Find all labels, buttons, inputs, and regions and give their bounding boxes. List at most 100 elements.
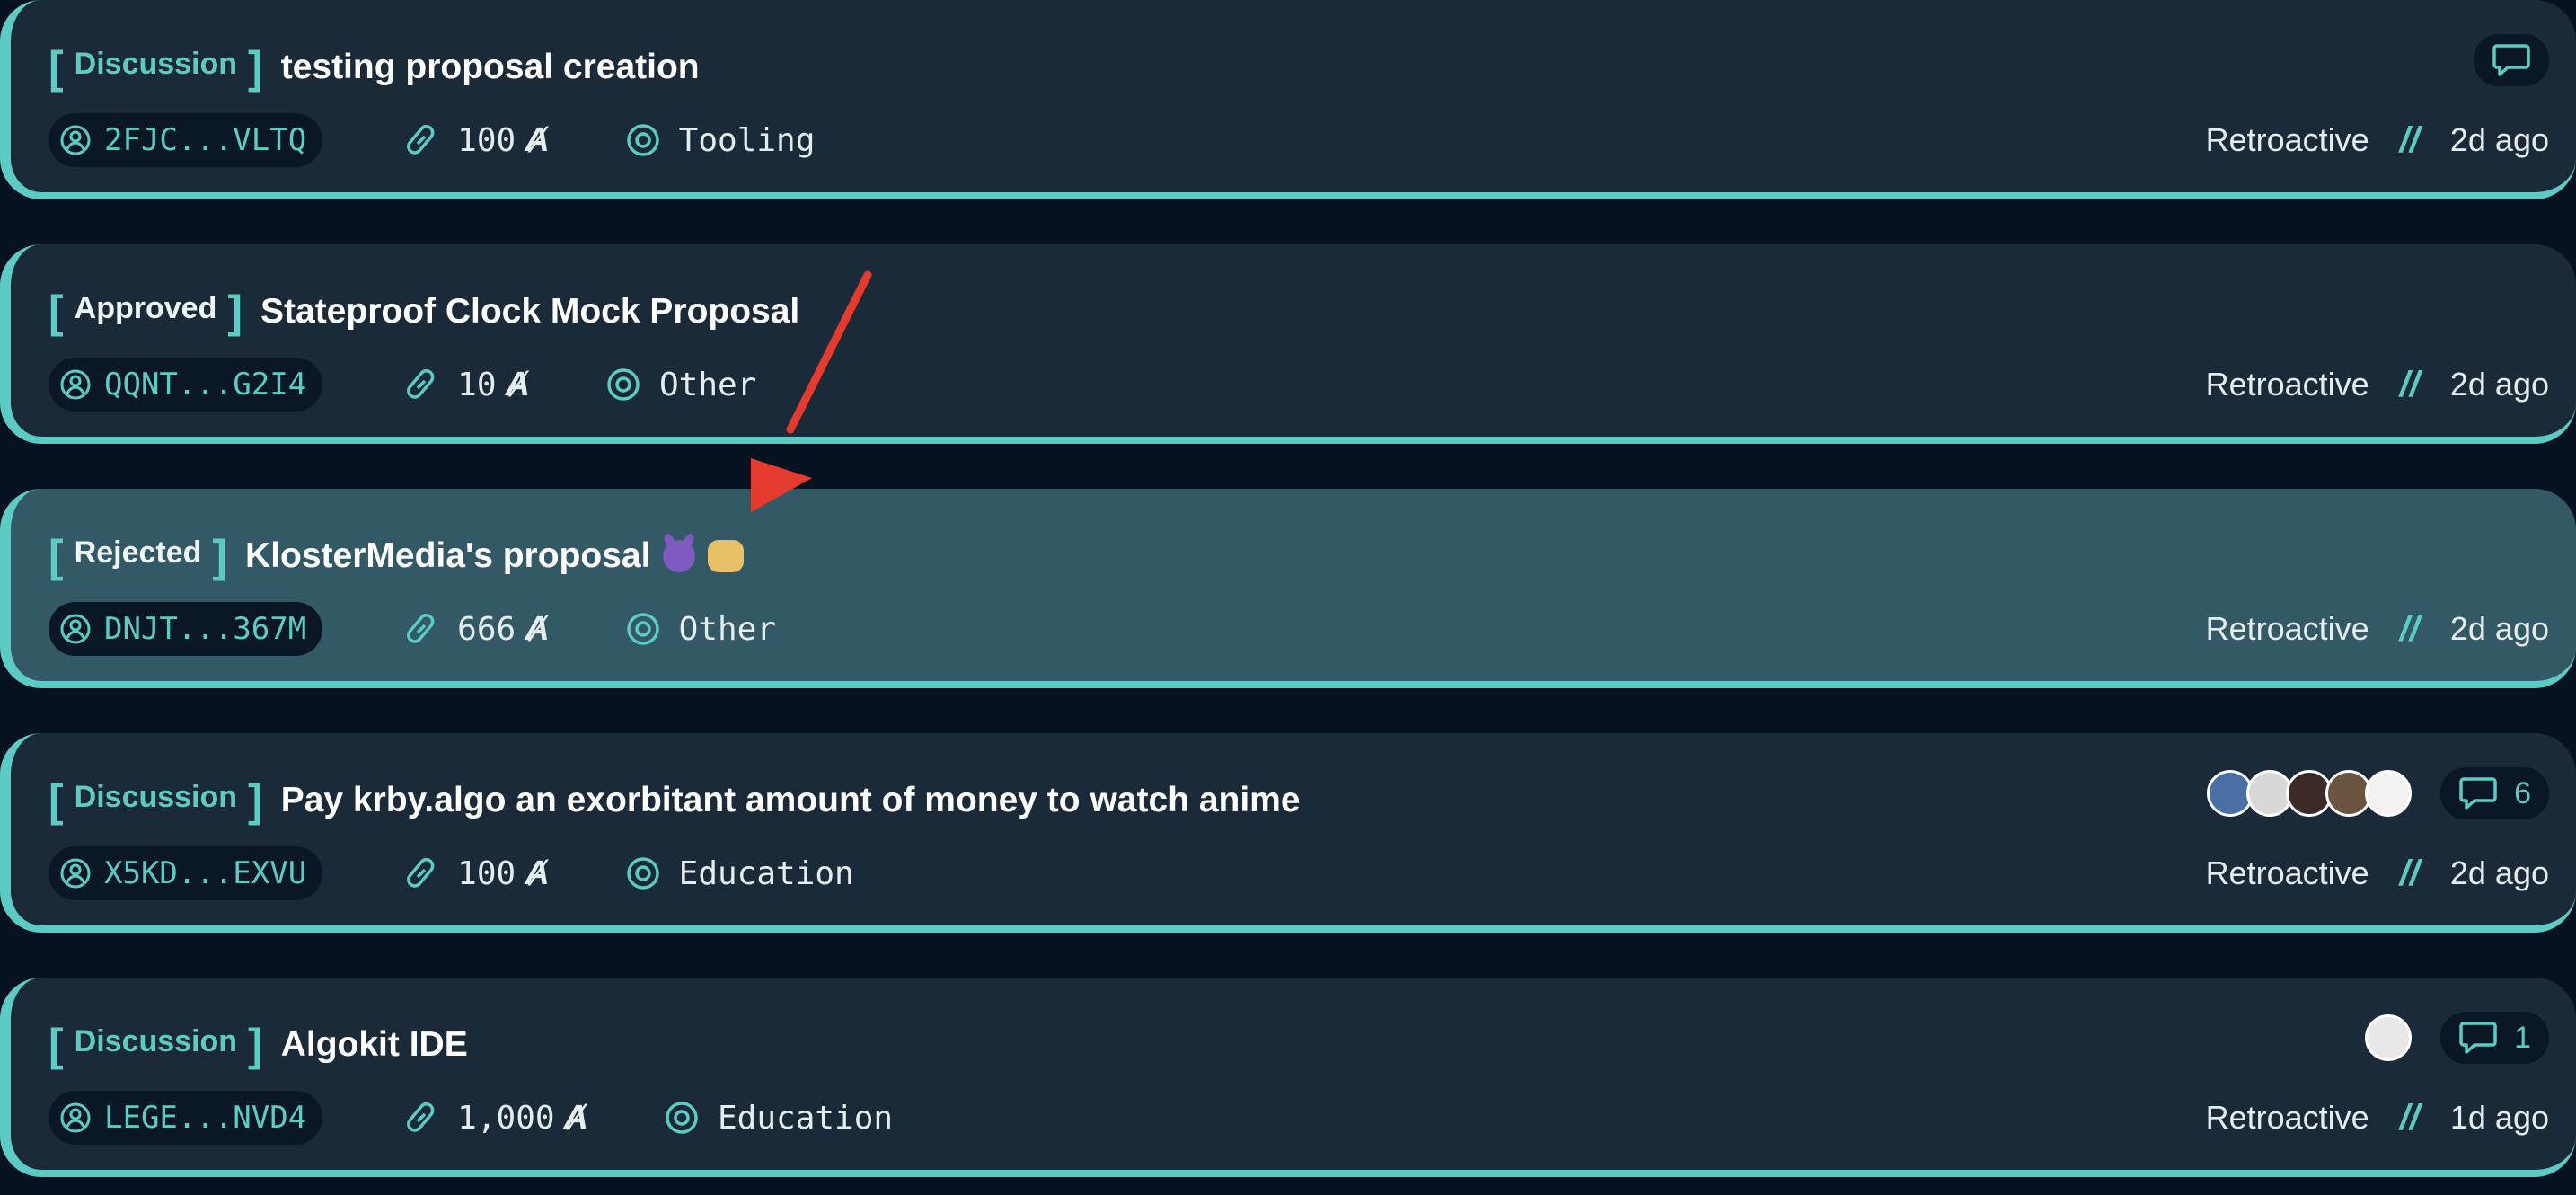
- amount-value: 100: [457, 121, 516, 159]
- amount-value: 1,000: [457, 1099, 555, 1137]
- paperclip-icon: [407, 857, 435, 888]
- avatar[interactable]: [2365, 1014, 2413, 1061]
- status-bracket-open: [: [49, 775, 64, 826]
- separator: //: [2399, 853, 2420, 893]
- user-circle-icon: [60, 858, 91, 889]
- comments-button[interactable]: [2474, 34, 2549, 86]
- target-icon: [626, 857, 659, 890]
- comments-button[interactable]: 6: [2440, 767, 2549, 819]
- target-icon: [626, 124, 659, 156]
- fist-emoji: [708, 539, 745, 572]
- author-pill[interactable]: LEGE...NVD4: [49, 1091, 323, 1145]
- algo-symbol: Ⱥ: [505, 365, 530, 403]
- proposal-header: [ Approved ] Stateproof Clock Mock Propo…: [49, 289, 799, 334]
- proposal-card[interactable]: [ Discussion ] testing proposal creation…: [0, 0, 2576, 199]
- category-label: Education: [718, 1099, 894, 1137]
- funding-type: Retroactive: [2205, 366, 2369, 403]
- proposal-title[interactable]: Stateproof Clock Mock Proposal: [260, 292, 799, 332]
- amount: 100 Ⱥ: [403, 854, 550, 893]
- target-icon: [626, 613, 659, 645]
- category-label: Tooling: [678, 121, 816, 159]
- proposal-header: [ Discussion ] Pay krby.algo an exorbita…: [49, 778, 1301, 823]
- comment-count: 1: [2514, 1020, 2531, 1055]
- proposal-title[interactable]: Pay krby.algo an exorbitant amount of mo…: [281, 781, 1301, 820]
- category-label: Other: [658, 366, 757, 403]
- comments-button[interactable]: 1: [2440, 1012, 2549, 1064]
- status-bracket-close: ]: [248, 1020, 263, 1070]
- author-pill[interactable]: X5KD...EXVU: [49, 846, 323, 900]
- proposal-age: 2d ago: [2449, 366, 2549, 403]
- proposal-meta: X5KD...EXVU 100 Ⱥ Education: [49, 846, 854, 900]
- status-bracket-close: ]: [248, 775, 263, 826]
- proposal-title-text: KlosterMedia's proposal: [245, 536, 651, 575]
- category: Education: [625, 855, 854, 892]
- amount: 666 Ⱥ: [403, 610, 550, 649]
- participant-avatars: [2207, 770, 2413, 817]
- separator: //: [2399, 1097, 2420, 1137]
- chat-bubble-icon: [2459, 777, 2497, 810]
- avatar[interactable]: [2365, 770, 2413, 817]
- proposal-title[interactable]: KlosterMedia's proposal: [245, 536, 745, 576]
- participant-avatars: [2365, 1014, 2413, 1061]
- status-bracket-close: ]: [248, 42, 263, 93]
- amount-value: 10: [457, 366, 497, 403]
- funding-type: Retroactive: [2205, 610, 2369, 647]
- algo-symbol: Ⱥ: [525, 120, 550, 159]
- proposal-age: 2d ago: [2449, 121, 2549, 158]
- category: Tooling: [625, 121, 816, 159]
- status-label: Discussion: [74, 46, 238, 81]
- chat-bubble-icon: [2459, 1022, 2497, 1054]
- algo-symbol: Ⱥ: [563, 1098, 588, 1137]
- author-pill[interactable]: QQNT...G2I4: [49, 358, 323, 412]
- status-bracket-open: [: [49, 287, 64, 337]
- amount-value: 100: [457, 854, 516, 892]
- card-top-right: [2474, 34, 2549, 86]
- author-address: 2FJC...VLTQ: [104, 122, 307, 158]
- target-icon: [666, 1102, 698, 1134]
- status-label: Discussion: [74, 1023, 238, 1058]
- user-circle-icon: [60, 125, 91, 155]
- paperclip-icon: [407, 368, 435, 399]
- proposal-header: [ Discussion ] Algokit IDE: [49, 1022, 468, 1067]
- amount-value: 666: [457, 610, 516, 648]
- separator: //: [2399, 364, 2420, 404]
- algo-symbol: Ⱥ: [525, 854, 550, 892]
- proposal-card[interactable]: [ Discussion ] Algokit IDE 1 LEGE...NVD4…: [0, 978, 2576, 1177]
- proposal-card[interactable]: [ Discussion ] Pay krby.algo an exorbita…: [0, 733, 2576, 933]
- proposal-type-age: Retroactive // 2d ago: [2206, 602, 2549, 656]
- amount: 10 Ⱥ: [403, 366, 530, 404]
- category: Other: [625, 611, 776, 648]
- proposal-meta: 2FJC...VLTQ 100 Ⱥ Tooling: [49, 113, 815, 167]
- card-top-right: 1: [2365, 1012, 2549, 1064]
- amount: 100 Ⱥ: [403, 120, 550, 160]
- paperclip-icon: [407, 124, 435, 155]
- smiling-devil-emoji: [663, 539, 696, 572]
- proposal-type-age: Retroactive // 2d ago: [2206, 113, 2549, 167]
- separator: //: [2399, 608, 2420, 649]
- paperclip-icon: [407, 613, 435, 643]
- status-label: Rejected: [74, 535, 202, 570]
- proposal-type-age: Retroactive // 2d ago: [2206, 358, 2549, 412]
- proposal-meta: QQNT...G2I4 10 Ⱥ Other: [49, 358, 756, 412]
- proposal-header: [ Discussion ] testing proposal creation: [49, 45, 700, 90]
- category: Education: [664, 1100, 893, 1137]
- proposal-card[interactable]: [ Rejected ] KlosterMedia's proposal DNJ…: [0, 489, 2576, 688]
- separator: //: [2399, 120, 2420, 160]
- proposal-age: 2d ago: [2449, 854, 2549, 891]
- status-label: Approved: [74, 290, 217, 325]
- category: Other: [605, 367, 756, 403]
- proposal-title[interactable]: testing proposal creation: [281, 48, 700, 87]
- card-top-right: 6: [2207, 767, 2549, 819]
- proposal-type-age: Retroactive // 1d ago: [2206, 1091, 2549, 1145]
- author-pill[interactable]: DNJT...367M: [49, 602, 323, 656]
- proposal-title[interactable]: Algokit IDE: [281, 1025, 468, 1065]
- author-pill[interactable]: 2FJC...VLTQ: [49, 113, 323, 167]
- author-address: LEGE...NVD4: [104, 1100, 307, 1136]
- chat-bubble-icon: [2492, 44, 2530, 76]
- proposal-card[interactable]: [ Approved ] Stateproof Clock Mock Propo…: [0, 244, 2576, 444]
- proposal-age: 1d ago: [2449, 1099, 2549, 1136]
- proposal-meta: LEGE...NVD4 1,000 Ⱥ Education: [49, 1091, 893, 1145]
- funding-type: Retroactive: [2205, 854, 2369, 891]
- proposal-header: [ Rejected ] KlosterMedia's proposal: [49, 534, 745, 579]
- amount: 1,000 Ⱥ: [403, 1099, 588, 1137]
